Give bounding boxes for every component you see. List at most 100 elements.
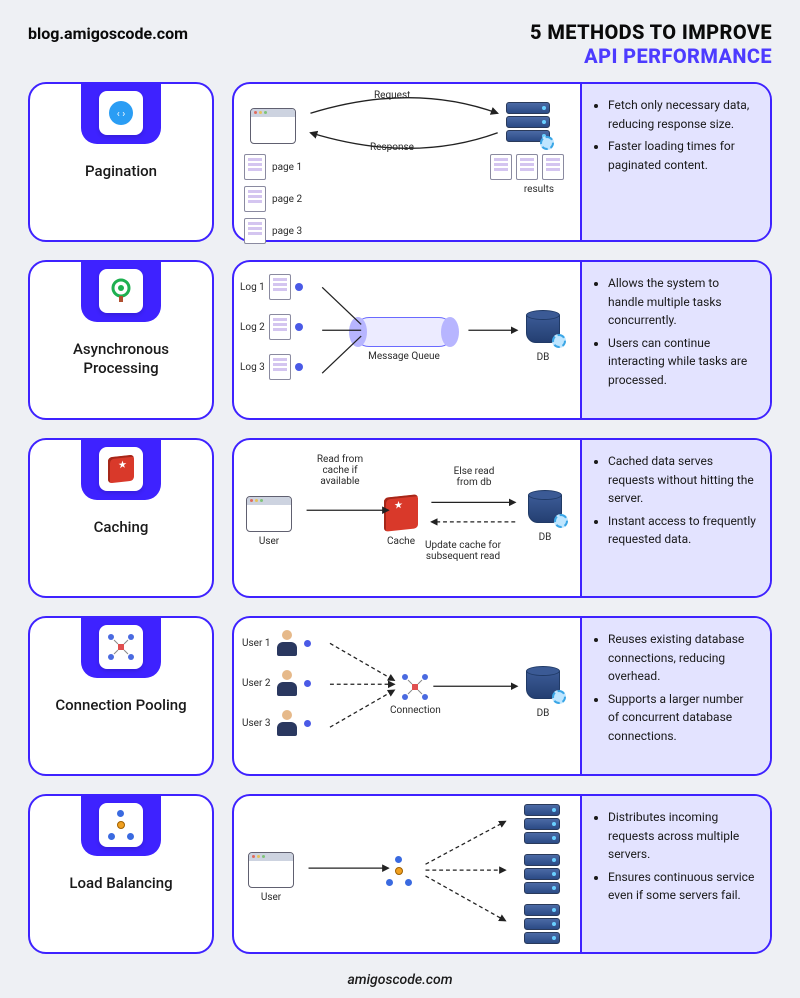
page-label: page 2 bbox=[272, 194, 302, 205]
method-name: Caching bbox=[86, 518, 157, 537]
user-label: User 2 bbox=[242, 678, 270, 689]
connection-pool-icon bbox=[99, 625, 143, 669]
log-file-icon bbox=[269, 274, 291, 300]
cache-cube-icon bbox=[384, 494, 418, 532]
result-file-icon bbox=[516, 154, 538, 180]
method-description: Fetch only necessary data, reducing resp… bbox=[580, 84, 770, 240]
bullet: Faster loading times for paginated conte… bbox=[608, 137, 756, 174]
user-label: User 3 bbox=[242, 718, 270, 729]
method-card-pooling: Connection Pooling bbox=[28, 616, 214, 776]
method-tab: ‹ › bbox=[81, 82, 161, 144]
method-name: Asynchronous Processing bbox=[30, 340, 212, 378]
bullet: Distributes incoming requests across mul… bbox=[608, 808, 756, 864]
method-description: Distributes incoming requests across mul… bbox=[580, 796, 770, 952]
load-balancer-node-icon bbox=[384, 856, 414, 886]
user-label: User bbox=[246, 536, 292, 547]
database-icon bbox=[526, 310, 560, 346]
response-label: Response bbox=[370, 142, 414, 153]
database-icon bbox=[528, 490, 562, 526]
db-label: DB bbox=[528, 532, 562, 543]
bullet: Cached data serves requests without hitt… bbox=[608, 452, 756, 508]
pagination-icon: ‹ › bbox=[99, 91, 143, 135]
method-description: Reuses existing database connections, re… bbox=[580, 618, 770, 774]
method-detail-pooling: User 1 User 2 User 3 Connection bbox=[232, 616, 772, 776]
server-icon bbox=[524, 854, 560, 890]
title-line-1: 5 METHODS TO IMPROVE bbox=[530, 20, 772, 44]
db-label: DB bbox=[526, 352, 560, 363]
server-icon bbox=[524, 804, 560, 840]
message-queue-icon bbox=[354, 317, 454, 347]
method-detail-async: Log 1 Log 2 Log 3 Message Queue DB bbox=[232, 260, 772, 420]
connection-node-icon bbox=[400, 672, 430, 702]
log-label: Log 2 bbox=[240, 322, 265, 333]
db-label: DB bbox=[526, 708, 560, 719]
diagram-pooling: User 1 User 2 User 3 Connection bbox=[234, 618, 580, 774]
method-description: Allows the system to handle multiple tas… bbox=[580, 262, 770, 418]
bullet: Reuses existing database connections, re… bbox=[608, 630, 756, 686]
browser-icon bbox=[246, 496, 292, 532]
server-icon bbox=[506, 102, 550, 146]
method-tab bbox=[81, 438, 161, 500]
bullet: Ensures continuous service even if some … bbox=[608, 868, 756, 905]
person-icon bbox=[276, 710, 298, 736]
bullet: Allows the system to handle multiple tas… bbox=[608, 274, 756, 330]
page-file-icon bbox=[244, 154, 266, 180]
user-label: User bbox=[248, 892, 294, 903]
page-file-icon bbox=[244, 218, 266, 244]
queue-label: Message Queue bbox=[354, 351, 454, 362]
method-row-loadbalancing: Load Balancing User bbox=[28, 794, 772, 954]
page-label: page 3 bbox=[272, 226, 302, 237]
connection-label: Connection bbox=[390, 705, 441, 716]
log-file-icon bbox=[269, 354, 291, 380]
bullet: Fetch only necessary data, reducing resp… bbox=[608, 96, 756, 133]
method-tab bbox=[81, 794, 161, 856]
method-detail-caching: User Cache DB Read from cache if availab… bbox=[232, 438, 772, 598]
method-name: Pagination bbox=[77, 162, 165, 181]
browser-icon bbox=[248, 852, 294, 888]
request-label: Request bbox=[374, 90, 410, 101]
diagram-caching: User Cache DB Read from cache if availab… bbox=[234, 440, 580, 596]
method-card-caching: Caching bbox=[28, 438, 214, 598]
footer-url: amigoscode.com bbox=[28, 972, 772, 988]
bullet: Users can continue interacting while tas… bbox=[608, 334, 756, 390]
method-name: Connection Pooling bbox=[47, 696, 194, 715]
database-icon bbox=[526, 666, 560, 702]
title-line-2: API PERFORMANCE bbox=[530, 44, 772, 68]
method-card-pagination: ‹ › Pagination bbox=[28, 82, 214, 242]
method-row-caching: Caching User Cache DB Read from cache if… bbox=[28, 438, 772, 598]
else-read-label: Else read from db bbox=[444, 466, 504, 488]
method-card-async: Asynchronous Processing bbox=[28, 260, 214, 420]
log-file-icon bbox=[269, 314, 291, 340]
method-tab bbox=[81, 260, 161, 322]
bullet: Supports a larger number of concurrent d… bbox=[608, 690, 756, 746]
method-row-pooling: Connection Pooling User 1 User 2 User 3 bbox=[28, 616, 772, 776]
server-icon bbox=[524, 904, 560, 940]
method-row-async: Asynchronous Processing Log 1 Log 2 Log … bbox=[28, 260, 772, 420]
update-cache-label: Update cache for subsequent read bbox=[420, 540, 506, 562]
person-icon bbox=[276, 670, 298, 696]
read-cache-label: Read from cache if available bbox=[304, 454, 376, 487]
cache-icon bbox=[99, 447, 143, 491]
method-description: Cached data serves requests without hitt… bbox=[580, 440, 770, 596]
method-name: Load Balancing bbox=[61, 874, 180, 893]
result-file-icon bbox=[542, 154, 564, 180]
method-tab bbox=[81, 616, 161, 678]
method-card-loadbalancing: Load Balancing bbox=[28, 794, 214, 954]
load-balancer-icon bbox=[99, 803, 143, 847]
page-file-icon bbox=[244, 186, 266, 212]
cache-label: Cache bbox=[384, 536, 418, 547]
bullet: Instant access to frequently requested d… bbox=[608, 512, 756, 549]
diagram-loadbalancing: User bbox=[234, 796, 580, 952]
method-row-pagination: ‹ › Pagination page 1 page 2 page 3 bbox=[28, 82, 772, 242]
person-icon bbox=[276, 630, 298, 656]
method-detail-pagination: page 1 page 2 page 3 results bbox=[232, 82, 772, 242]
log-label: Log 1 bbox=[240, 282, 265, 293]
async-icon bbox=[99, 269, 143, 313]
method-detail-loadbalancing: User bbox=[232, 794, 772, 954]
log-label: Log 3 bbox=[240, 362, 265, 373]
result-file-icon bbox=[490, 154, 512, 180]
svg-text:‹ ›: ‹ › bbox=[117, 109, 126, 120]
page-label: page 1 bbox=[272, 162, 302, 173]
diagram-async: Log 1 Log 2 Log 3 Message Queue DB bbox=[234, 262, 580, 418]
user-label: User 1 bbox=[242, 638, 270, 649]
